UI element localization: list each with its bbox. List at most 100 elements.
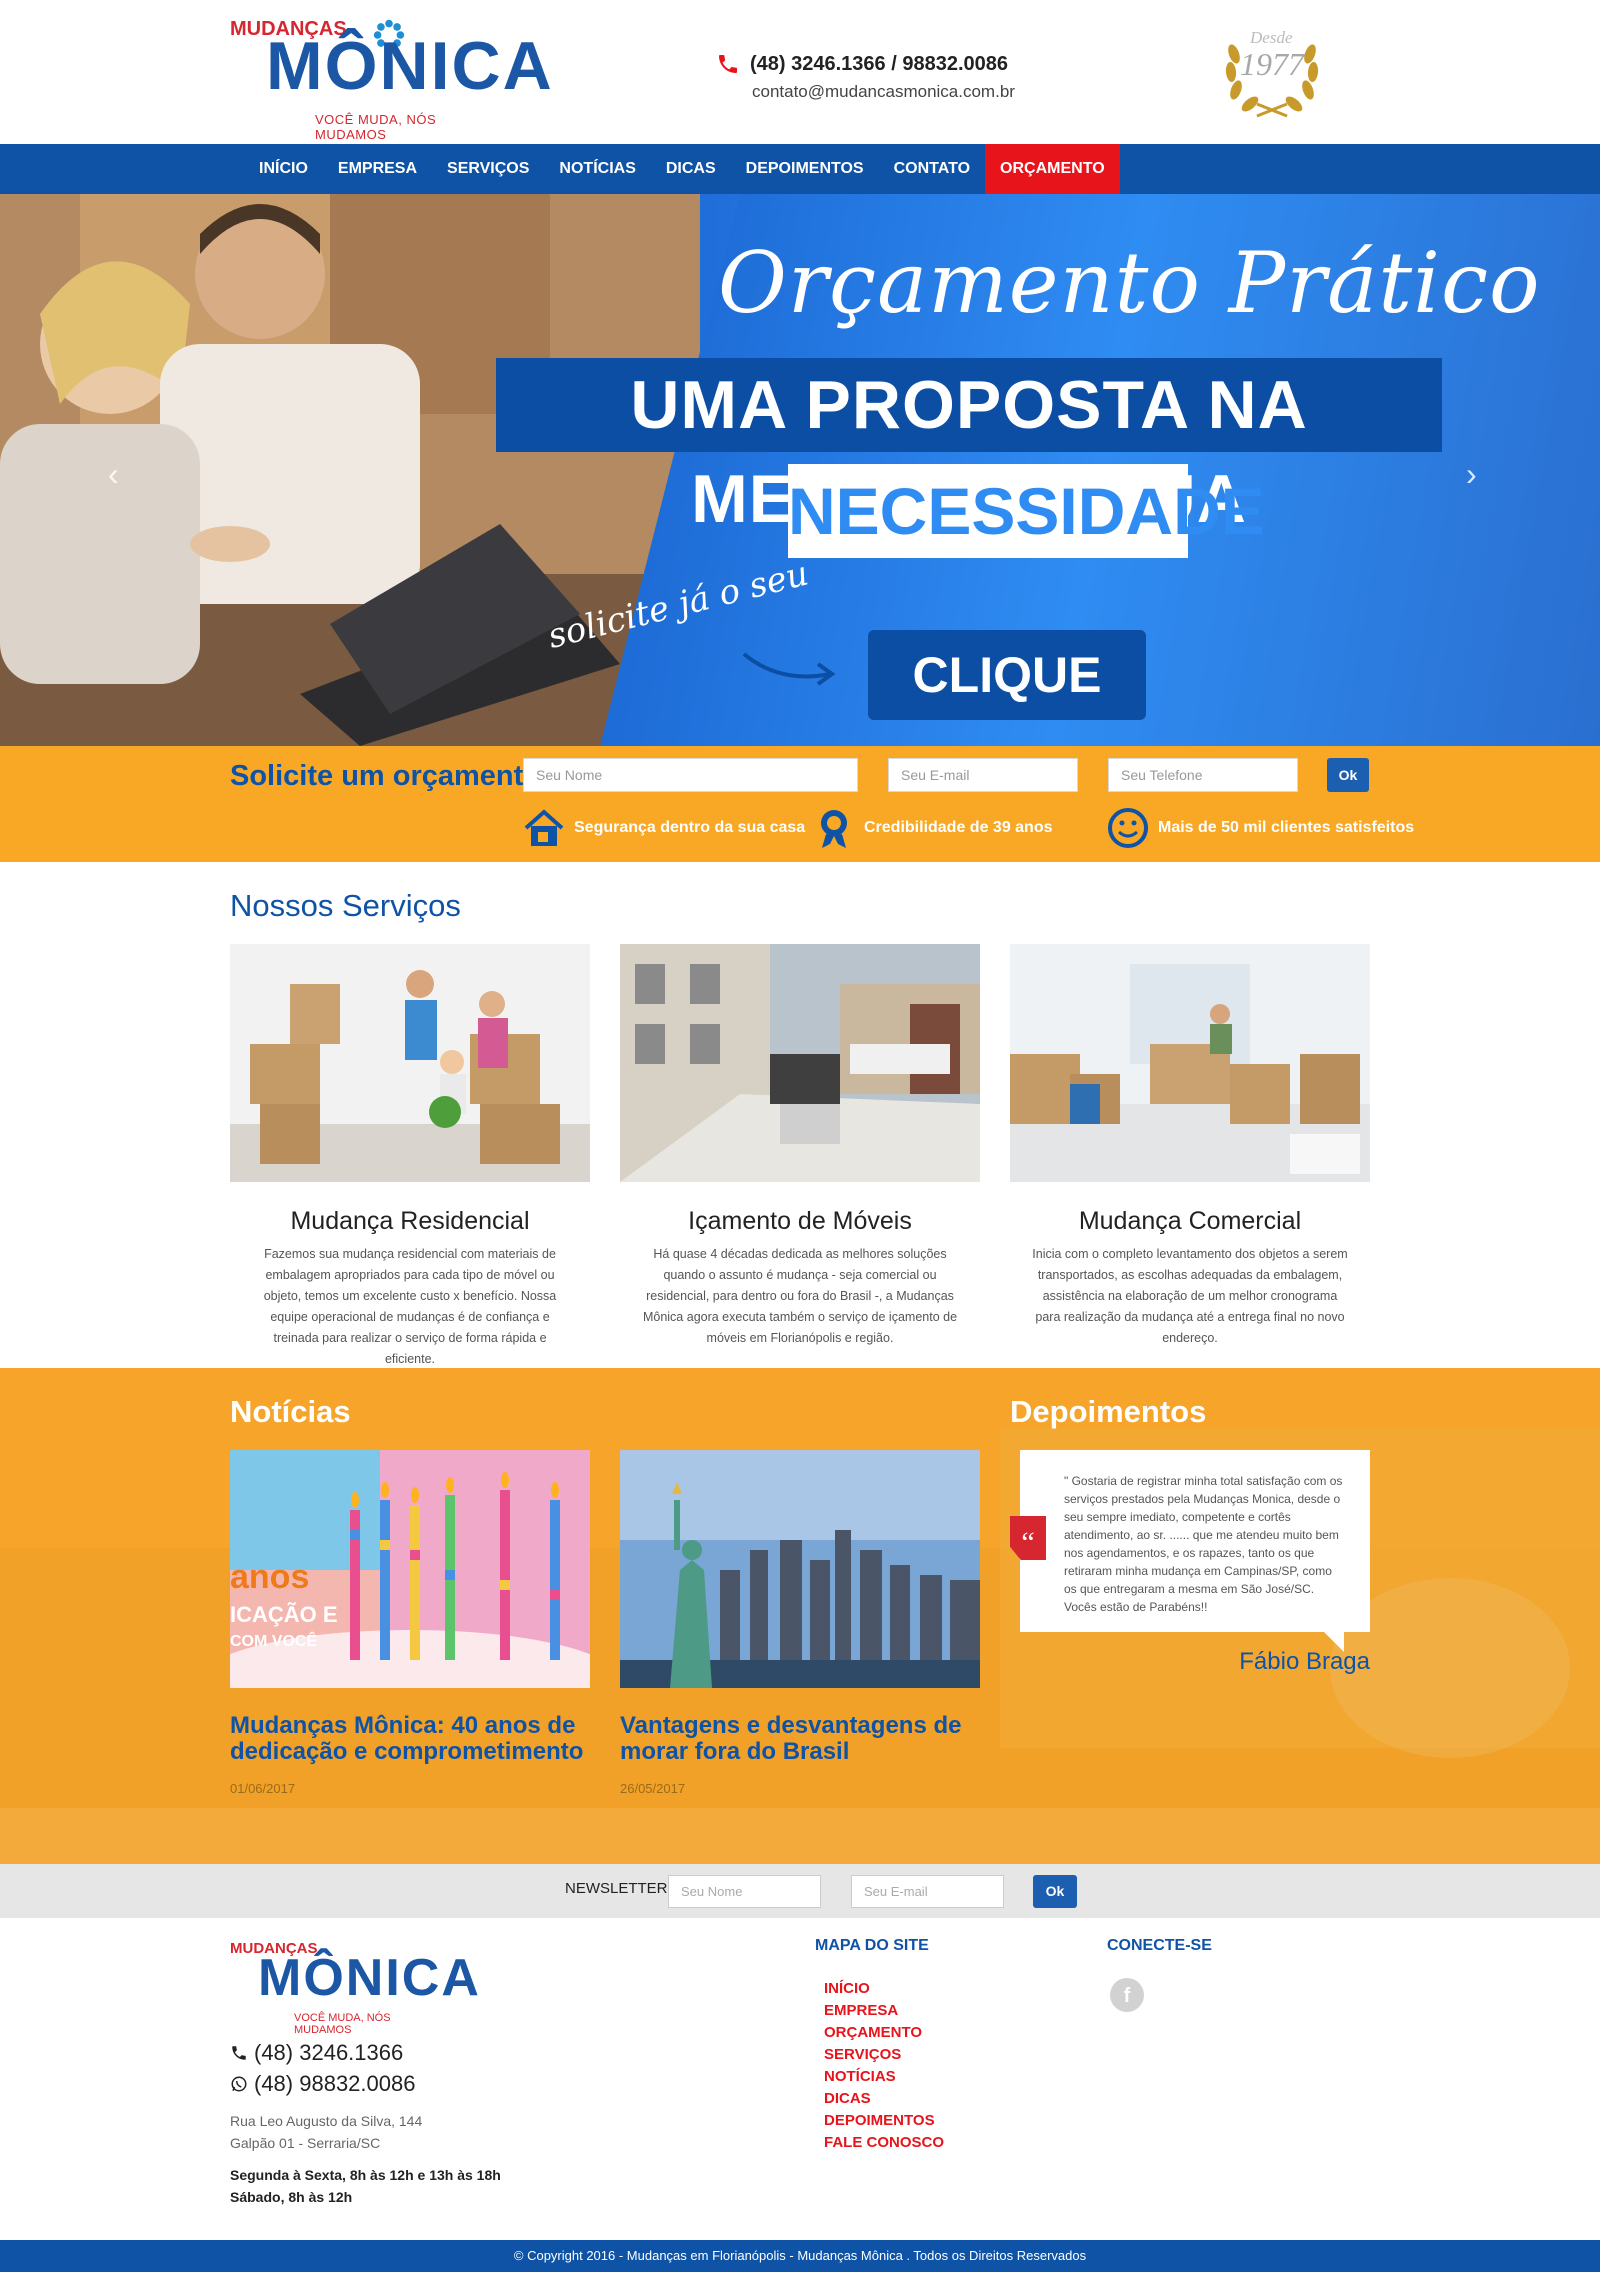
logo-main-text: MÔNICA [266, 28, 554, 104]
quote-name-input[interactable]: Seu Nome [523, 758, 858, 792]
nav-item-4[interactable]: DICAS [651, 144, 731, 194]
service-desc: Inicia com o completo levantamento dos o… [1032, 1247, 1348, 1345]
nav-item-0[interactable]: INÍCIO [244, 144, 323, 194]
award-ribbon-icon [821, 810, 847, 848]
sitemap-link-2[interactable]: ORÇAMENTO [824, 2022, 944, 2044]
quote-submit-button[interactable]: Ok [1327, 758, 1369, 792]
footer-hours: Segunda à Sexta, 8h às 12h e 13h às 18h … [230, 2164, 501, 2208]
hero-arrow-icon [742, 652, 836, 686]
newsletter-name-input[interactable]: Seu Nome [668, 1875, 821, 1908]
carousel-prev-icon[interactable]: ‹ [108, 456, 134, 492]
sitemap-link-5[interactable]: DICAS [824, 2088, 944, 2110]
nav-list: INÍCIO EMPRESA SERVIÇOS NOTÍCIAS DICAS DEPOIM… [244, 144, 1120, 194]
service-card-lifting[interactable]: Içamento de Móveis Há quase 4 décadas de… [620, 944, 980, 1349]
news-headline[interactable]: Vantagens e desvantagens de morar fora d… [620, 1713, 980, 1765]
newsletter-email-input[interactable]: Seu E-mail [851, 1875, 1004, 1908]
header-phone-text: (48) 3246.1366 / 98832.0086 [750, 52, 1008, 75]
quote-bar: Solicite um orçamento Seu Nome Seu E-mai… [0, 746, 1600, 862]
sitemap-link-3[interactable]: SERVIÇOS [824, 2044, 944, 2066]
testimonial-author: Fábio Braga [1239, 1648, 1370, 1675]
service-image-residential [230, 944, 590, 1182]
main-nav: INÍCIO EMPRESA SERVIÇOS NOTÍCIAS DICAS DEPOIM… [0, 144, 1600, 194]
news-card[interactable]: anos ICAÇÃO E COM VOCÊ Mudanças Mônica: … [200, 1450, 620, 1796]
testimonial-box: " Gostaria de registrar minha total sati… [1020, 1450, 1370, 1652]
sitemap-link-1[interactable]: EMPRESA [824, 2000, 944, 2022]
feature-credibility: Credibilidade de 39 anos [812, 806, 1053, 850]
seal-year: 1977 [1240, 46, 1304, 82]
news-date: 26/05/2017 [620, 1781, 686, 1796]
footer-hours-line-2: Sábado, 8h às 12h [230, 2189, 353, 2205]
feature-satisfied-text: Mais de 50 mil clientes satisfeitos [1158, 819, 1415, 836]
whatsapp-icon [231, 2076, 247, 2092]
nav-item-2[interactable]: SERVIÇOS [432, 144, 544, 194]
feature-security-text: Segurança dentro da sua casa [574, 819, 806, 836]
news-headline[interactable]: Mudanças Mônica: 40 anos de dedicação e … [230, 1713, 590, 1765]
service-name: Içamento de Móveis [688, 1207, 912, 1235]
service-name: Mudança Comercial [1078, 1207, 1302, 1235]
service-card-residential[interactable]: Mudança Residencial Fazemos sua mudança … [230, 944, 590, 1370]
nav-item-5[interactable]: DEPOIMENTOS [731, 144, 879, 194]
news-title: Notícias [230, 1394, 351, 1429]
house-lock-icon [524, 809, 564, 846]
news-date: 01/06/2017 [230, 1781, 296, 1796]
sitemap-link-0[interactable]: INÍCIO [824, 1978, 944, 2000]
news-img-text-1: anos [230, 1558, 309, 1596]
phone-icon [719, 55, 737, 73]
service-card-commercial[interactable]: Mudança Comercial Inicia com o completo … [1010, 944, 1370, 1349]
service-image-lifting [620, 944, 980, 1182]
service-desc: Há quase 4 décadas dedicada as melhores … [642, 1247, 958, 1345]
news-img-text-3: COM VOCÊ [230, 1631, 317, 1650]
sitemap-list: INÍCIO EMPRESA ORÇAMENTO SERVIÇOS NOTÍCIAS DI… [824, 1978, 944, 2154]
footer-whatsapp[interactable]: (48) 98832.0086 [230, 2071, 415, 2097]
copyright-bar: © Copyright 2016 - Mudanças em Florianóp… [0, 2240, 1600, 2272]
carousel-next-icon[interactable]: › [1466, 456, 1492, 492]
news-testimonials-section: Notícias Depoimentos anos ICAÇÃO E COM V… [0, 1368, 1600, 1864]
hero-cta-button[interactable]: CLIQUE AQUI [868, 630, 1146, 746]
connect-title: CONECTE-SE [1107, 1937, 1212, 1954]
header-contact: (48) 3246.1366 / 98832.0086 contato@muda… [716, 52, 1015, 102]
footer-hours-line-1: Segunda à Sexta, 8h às 12h e 13h às 18h [230, 2167, 501, 2183]
header-email[interactable]: contato@mudancasmonica.com.br [752, 82, 1015, 102]
header-phone[interactable]: (48) 3246.1366 / 98832.0086 [716, 52, 1015, 76]
hero-photo [0, 194, 700, 746]
site-logo[interactable]: MUDANÇAS MÔNICA VOCÊ MUDA, NÓS MUDAMOS [230, 14, 552, 142]
nav-item-6[interactable]: CONTATO [879, 144, 985, 194]
footer-address-line-1: Rua Leo Augusto da Silva, 144 [230, 2113, 423, 2129]
sitemap-link-4[interactable]: NOTÍCIAS [824, 2066, 944, 2088]
feature-credibility-text: Credibilidade de 39 anos [864, 819, 1053, 836]
hero-line-1: UMA PROPOSTA NA MEDIDA DA SUA [496, 358, 1442, 537]
facebook-icon[interactable]: f [1110, 1978, 1144, 2012]
service-image-commercial [1010, 944, 1370, 1182]
service-name: Mudança Residencial [290, 1207, 530, 1235]
hero-banner: Orçamento Prático UMA PROPOSTA NA MEDIDA… [0, 194, 1600, 746]
phone-icon [232, 2046, 246, 2060]
footer-whatsapp-text: (48) 98832.0086 [254, 2071, 416, 2096]
newsletter-submit-button[interactable]: Ok [1033, 1875, 1077, 1908]
nav-item-3[interactable]: NOTÍCIAS [544, 144, 650, 194]
nav-item-1[interactable]: EMPRESA [323, 144, 432, 194]
sitemap-link-6[interactable]: DEPOIMENTOS [824, 2110, 944, 2132]
sitemap-link-7[interactable]: FALE CONOSCO [824, 2132, 944, 2154]
feature-satisfied: Mais de 50 mil clientes satisfeitos [1106, 806, 1414, 850]
quote-title: Solicite um orçamento [230, 760, 542, 792]
footer-logo[interactable]: MUDANÇAS MÔNICA VOCÊ MUDA, NÓS MUDAMOS [230, 1940, 479, 2036]
newsletter-label: NEWSLETTER [565, 1880, 668, 1897]
footer-phone-text: (48) 3246.1366 [254, 2040, 404, 2065]
quote-email-input[interactable]: Seu E-mail [888, 758, 1078, 792]
news-img-text-2: ICAÇÃO E [230, 1602, 338, 1627]
quote-phone-input[interactable]: Seu Telefone [1108, 758, 1298, 792]
hero-script-title: Orçamento Prático [718, 234, 1541, 332]
footer-logo-main: MÔNICA [258, 1949, 481, 2007]
news-image-candles: anos ICAÇÃO E COM VOCÊ [200, 1450, 620, 1730]
footer-phone[interactable]: (48) 3246.1366 [230, 2040, 403, 2066]
service-desc: Fazemos sua mudança residencial com mate… [263, 1247, 557, 1366]
logo-tagline: VOCÊ MUDA, NÓS MUDAMOS [315, 112, 437, 142]
news-card[interactable]: Vantagens e desvantagens de morar fora d… [620, 1450, 980, 1796]
feature-security: Segurança dentro da sua casa [522, 806, 805, 850]
sitemap-title: MAPA DO SITE [815, 1937, 929, 1954]
nav-item-7[interactable]: ORÇAMENTO [985, 144, 1120, 194]
footer-address-line-2: Galpão 01 - Serraria/SC [230, 2135, 381, 2151]
hero-line-2: NECESSIDADE [788, 464, 1265, 558]
testimonials-title: Depoimentos [1010, 1394, 1207, 1429]
footer-address: Rua Leo Augusto da Silva, 144 Galpão 01 … [230, 2110, 422, 2154]
